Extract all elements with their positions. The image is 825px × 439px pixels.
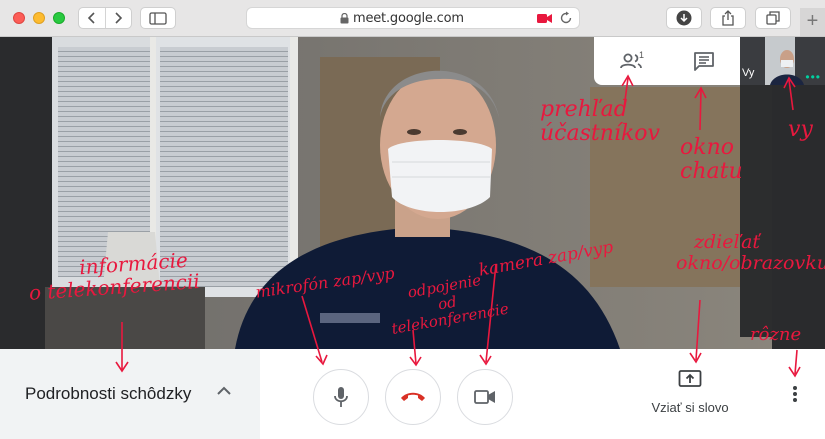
more-dots-icon[interactable]: ••• [805,70,821,84]
forward-button[interactable] [104,8,132,28]
sidebar-icon [149,11,167,25]
camera-toggle-button[interactable] [457,369,513,425]
url-text: meet.google.com [353,11,464,26]
chevron-left-icon [87,12,95,24]
close-window-button[interactable] [13,12,25,24]
self-label: Vy [742,67,755,79]
back-button[interactable] [79,8,105,28]
meeting-details-label: Podrobnosti schôdzky [25,384,192,403]
new-tab-button[interactable]: + [800,8,825,36]
nav-buttons [78,7,132,29]
sidebar-button[interactable] [140,7,176,29]
meeting-side-buttons: 1 [594,37,740,85]
download-icon [676,10,692,26]
chevron-up-icon [217,386,231,395]
hang-up-button[interactable] [385,369,441,425]
participant-count: 1 [639,50,645,60]
microphone-toggle-button[interactable] [313,369,369,425]
hangup-icon [401,392,425,401]
chat-icon [693,51,714,71]
zoom-window-button[interactable] [53,12,65,24]
reload-icon[interactable] [559,11,573,25]
address-bar[interactable]: meet.google.com [246,7,580,29]
mic-icon [334,387,348,407]
camera-in-use-icon[interactable] [537,13,552,24]
share-button[interactable] [710,7,746,29]
minimize-window-button[interactable] [33,12,45,24]
chevron-right-icon [115,12,123,24]
self-view-tile[interactable]: Vy ••• [740,37,825,85]
participants-button[interactable]: 1 [594,37,667,85]
tab-overview-button[interactable] [755,7,791,29]
meeting-details-button[interactable]: Podrobnosti schôdzky [0,349,260,439]
present-icon [678,370,702,387]
lock-icon [340,13,349,24]
share-icon [722,10,734,26]
tabs-icon [766,11,780,25]
bottom-control-bar: Podrobnosti schôdzky Vziať si slovo [0,349,825,439]
more-vert-icon [793,386,797,402]
present-label: Vziať si slovo [651,400,729,415]
browser-toolbar: meet.google.com + [0,0,825,37]
downloads-button[interactable] [666,7,702,29]
camera-icon [474,390,495,404]
present-now-button[interactable]: Vziať si slovo [648,369,732,415]
more-options-button[interactable] [784,383,806,405]
chat-button[interactable] [667,37,740,85]
